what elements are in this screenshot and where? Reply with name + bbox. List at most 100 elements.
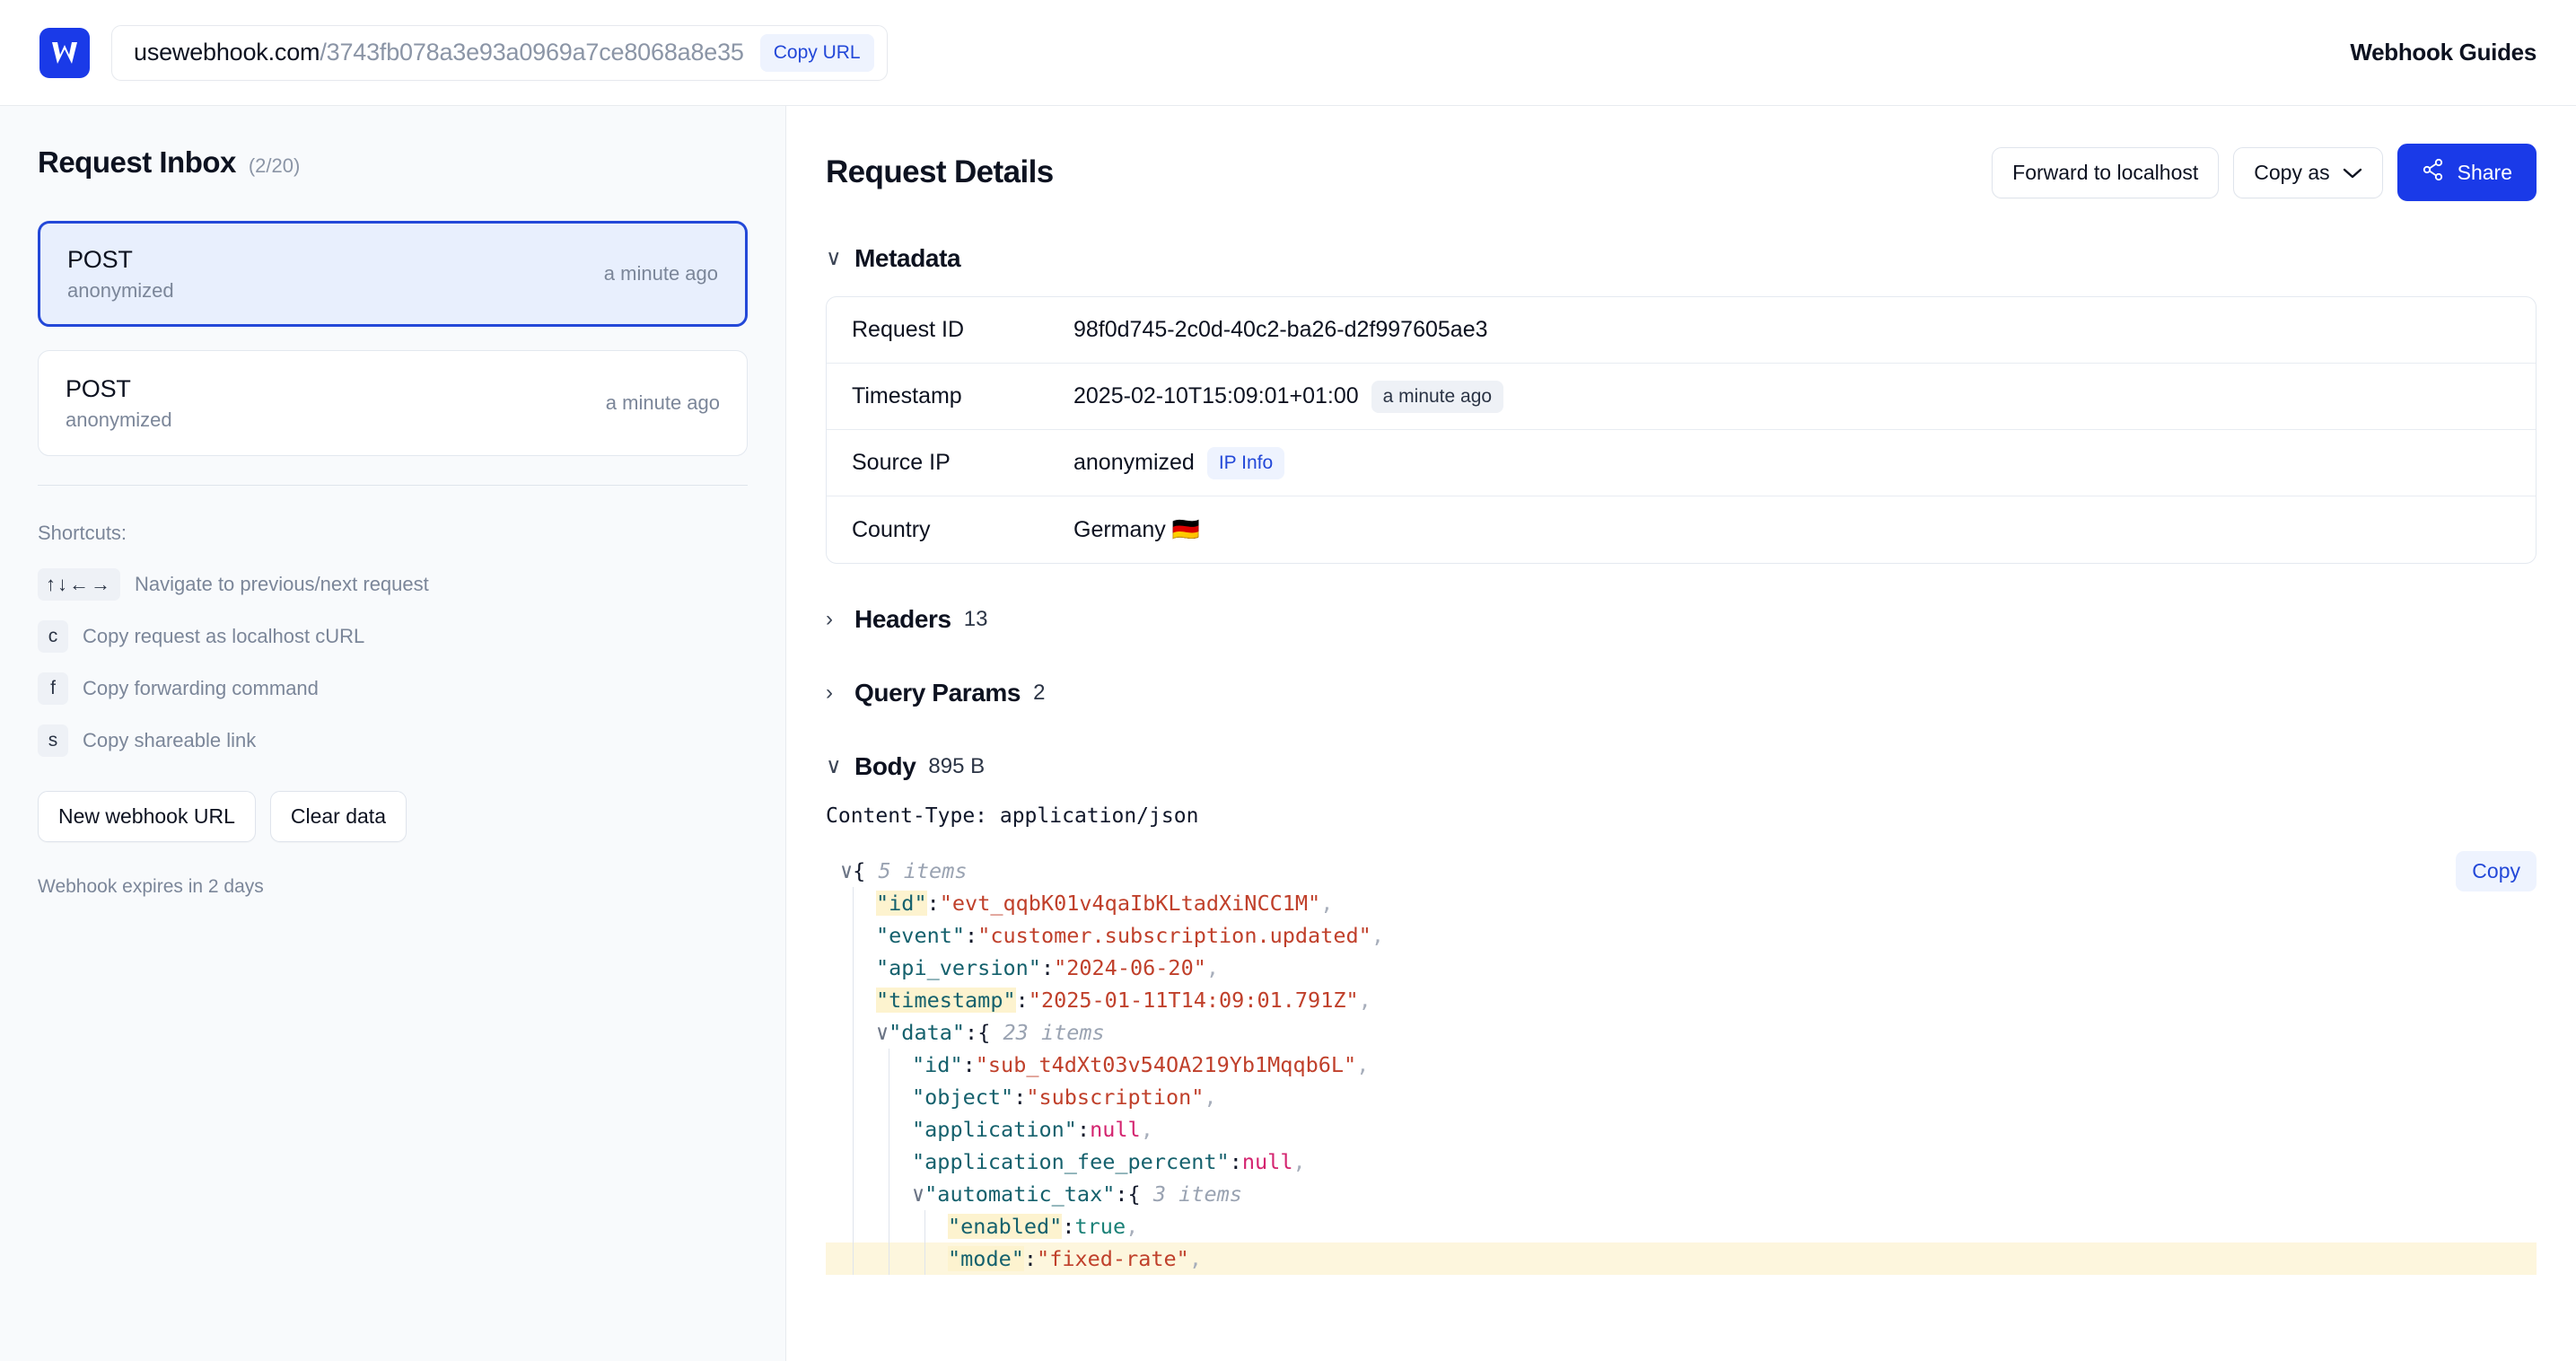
json-line-content: "enabled":true, xyxy=(826,1214,1138,1239)
request-item-info: POST anonymized xyxy=(67,246,174,303)
body-size: 895 B xyxy=(928,754,986,778)
json-value: "customer.subscription.updated" xyxy=(977,923,1371,948)
headers-count: 13 xyxy=(963,607,988,631)
json-colon: : xyxy=(926,891,940,916)
json-line: "id":"evt_qqbK01v4qaIbKLtadXiNCC1M", xyxy=(826,887,2537,919)
metadata-key: Timestamp xyxy=(852,383,962,408)
json-line: "application":null, xyxy=(826,1113,2537,1146)
share-icon xyxy=(2422,158,2445,187)
indent-guide xyxy=(853,1016,854,1049)
metadata-table: Request ID 98f0d745-2c0d-40c2-ba26-d2f99… xyxy=(826,296,2537,564)
shortcut-row-forward: f Copy forwarding command xyxy=(38,672,748,705)
query-params-section-toggle[interactable]: › Query Params 2 xyxy=(826,679,2537,707)
key-s-icon: s xyxy=(38,724,68,757)
share-button[interactable]: Share xyxy=(2396,144,2537,201)
json-line: "mode":"fixed-rate", xyxy=(826,1242,2537,1275)
json-colon: : xyxy=(1062,1214,1075,1239)
json-space xyxy=(990,1020,1003,1045)
metadata-value-cell: Germany 🇩🇪 xyxy=(1073,517,1200,543)
request-details-header: Request Details Forward to localhost Cop… xyxy=(826,144,2537,201)
copy-url-button[interactable]: Copy URL xyxy=(759,33,874,72)
app-logo-icon[interactable] xyxy=(39,27,90,78)
json-value: "evt_qqbK01v4qaIbKLtadXiNCC1M" xyxy=(939,891,1321,916)
json-comma: , xyxy=(1358,988,1371,1013)
json-key: "automatic_tax" xyxy=(924,1181,1116,1207)
json-key: "timestamp" xyxy=(876,988,1016,1013)
relative-time-badge: a minute ago xyxy=(1371,380,1504,413)
table-row: Request ID 98f0d745-2c0d-40c2-ba26-d2f99… xyxy=(827,297,2536,364)
query-params-section-label: Query Params xyxy=(854,679,1021,707)
json-key: "application_fee_percent" xyxy=(912,1149,1230,1174)
metadata-value: anonymized xyxy=(1073,450,1195,475)
json-line-content: "timestamp":"2025-01-11T14:09:01.791Z", xyxy=(826,988,1371,1013)
json-line[interactable]: ∨"data":{ 23 items xyxy=(826,1016,2537,1049)
json-colon: : xyxy=(1115,1181,1128,1207)
content-type-line: Content-Type: application/json xyxy=(826,804,1199,828)
json-line-content: "id":"sub_t4dXt03v54OA219Yb1Mqqb6L", xyxy=(826,1052,1369,1077)
json-comma: , xyxy=(1140,1117,1153,1142)
top-bar: usewebhook.com/3743fb078a3e93a0969a7ce80… xyxy=(0,0,2576,106)
webhook-url-host: usewebhook.com xyxy=(134,39,320,66)
indent-guide xyxy=(853,984,854,1016)
json-space xyxy=(1141,1181,1153,1207)
json-line-content: "application_fee_percent":null, xyxy=(826,1149,1306,1174)
webhook-guides-link[interactable]: Webhook Guides xyxy=(2350,39,2537,66)
json-key: "data" xyxy=(889,1020,966,1045)
indent-guide xyxy=(853,887,854,919)
json-comma: , xyxy=(1188,1246,1202,1271)
json-key: "id" xyxy=(912,1052,963,1077)
json-collapse-toggle[interactable]: ∨ xyxy=(912,1181,924,1207)
json-line[interactable]: ∨{ 5 items xyxy=(826,855,2537,887)
chevron-right-icon: › xyxy=(826,607,833,631)
json-line: "id":"sub_t4dXt03v54OA219Yb1Mqqb6L", xyxy=(826,1049,2537,1081)
main-split: Request Inbox (2/20) POST anonymized a m… xyxy=(0,106,2576,1361)
webhook-url-path: /3743fb078a3e93a0969a7ce8068a8e35 xyxy=(320,39,744,66)
ip-info-button[interactable]: IP Info xyxy=(1206,446,1285,479)
request-list-item[interactable]: POST anonymized a minute ago xyxy=(38,221,748,327)
indent-guide xyxy=(924,1242,925,1275)
json-line: "object":"subscription", xyxy=(826,1081,2537,1113)
indent-guide xyxy=(853,952,854,984)
body-section-toggle[interactable]: ∨ Body 895 B xyxy=(826,752,2537,781)
json-body-viewer: Copy ∨{ 5 items "id":"evt_qqbK01v4qaIbKLt… xyxy=(826,851,2537,1275)
json-collapse-toggle[interactable]: ∨ xyxy=(876,1020,889,1045)
new-webhook-url-button[interactable]: New webhook URL xyxy=(38,791,256,842)
headers-section-toggle[interactable]: › Headers 13 xyxy=(826,605,2537,634)
forward-to-localhost-button[interactable]: Forward to localhost xyxy=(1992,146,2220,198)
sidebar-divider xyxy=(38,485,748,486)
json-line[interactable]: ∨"automatic_tax":{ 3 items xyxy=(826,1178,2537,1210)
json-line: "api_version":"2024-06-20", xyxy=(826,952,2537,984)
metadata-section-label: Metadata xyxy=(854,244,961,272)
request-method: POST xyxy=(67,245,133,273)
json-collapse-toggle[interactable]: ∨ xyxy=(840,858,853,883)
shortcut-description: Copy forwarding command xyxy=(83,677,319,699)
json-colon: : xyxy=(1040,955,1055,980)
copy-as-dropdown[interactable]: Copy as xyxy=(2233,146,2383,198)
sidebar-button-row: New webhook URL Clear data xyxy=(38,791,748,842)
json-key: "api_version" xyxy=(876,955,1041,980)
sidebar: Request Inbox (2/20) POST anonymized a m… xyxy=(0,106,786,1361)
table-row: Source IP anonymized IP Info xyxy=(827,430,2536,496)
json-comma: , xyxy=(1126,1214,1139,1239)
json-line-content: ∨"data":{ 23 items xyxy=(826,1020,1105,1045)
json-line-content: "api_version":"2024-06-20", xyxy=(826,955,1219,980)
json-key: "mode" xyxy=(948,1246,1024,1271)
json-value: "fixed-rate" xyxy=(1037,1246,1189,1271)
shortcut-row-curl: c Copy request as localhost cURL xyxy=(38,620,748,653)
json-colon: : xyxy=(1015,988,1029,1013)
clear-data-button[interactable]: Clear data xyxy=(269,791,407,842)
metadata-value: 98f0d745-2c0d-40c2-ba26-d2f997605ae3 xyxy=(1073,317,1488,342)
request-inbox-header: Request Inbox (2/20) xyxy=(38,145,748,180)
webhook-url-field[interactable]: usewebhook.com/3743fb078a3e93a0969a7ce80… xyxy=(111,24,888,81)
shortcut-row-navigate: ↑↓←→ Navigate to previous/next request xyxy=(38,568,748,601)
json-tree[interactable]: ∨{ 5 items "id":"evt_qqbK01v4qaIbKLtadXiN… xyxy=(826,855,2537,1275)
json-value: null xyxy=(1090,1117,1141,1142)
json-line-content: "id":"evt_qqbK01v4qaIbKLtadXiNCC1M", xyxy=(826,891,1333,916)
json-key: "object" xyxy=(912,1084,1014,1110)
headers-section-label: Headers xyxy=(854,605,951,633)
request-list-item[interactable]: POST anonymized a minute ago xyxy=(38,350,748,456)
json-value: true xyxy=(1074,1214,1126,1239)
metadata-section-toggle[interactable]: ∨ Metadata xyxy=(826,244,2537,273)
json-line-content: ∨{ 5 items xyxy=(826,858,968,883)
share-button-label: Share xyxy=(2457,160,2512,184)
